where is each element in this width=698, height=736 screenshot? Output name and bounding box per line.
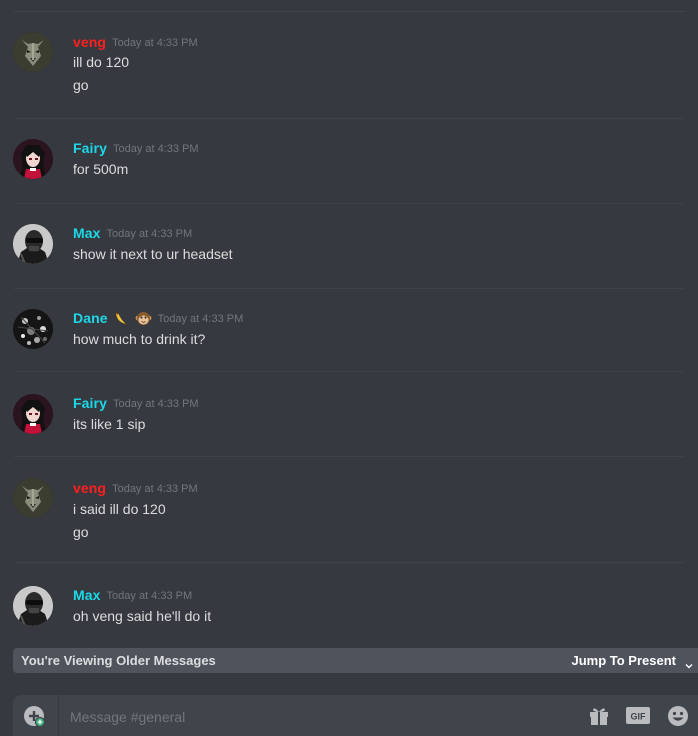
older-messages-label: You're Viewing Older Messages	[21, 653, 216, 668]
message-text: i said ill do 120	[73, 501, 166, 517]
username[interactable]: Fairy	[73, 140, 107, 156]
message-composer: GIF	[13, 695, 698, 736]
masked-man-avatar[interactable]	[13, 224, 53, 264]
gif-icon[interactable]: GIF	[626, 707, 650, 724]
wolf-avatar[interactable]	[13, 32, 53, 72]
svg-text:GIF: GIF	[631, 712, 647, 722]
timestamp: Today at 4:33 PM	[157, 313, 244, 325]
timestamp: Today at 4:33 PM	[112, 483, 198, 495]
message-list[interactable]: veng Today at 4:33 PM ill do 120 go Fair…	[0, 0, 698, 648]
anime-girl-avatar[interactable]	[13, 139, 53, 179]
message-text: go	[73, 524, 89, 540]
chat-view: veng Today at 4:33 PM ill do 120 go Fair…	[0, 0, 698, 736]
banana-emoji	[113, 310, 130, 327]
timestamp: Today at 4:33 PM	[106, 590, 193, 602]
message-header: Fairy Today at 4:33 PM	[73, 393, 199, 413]
message-text: show it next to ur headset	[73, 246, 233, 262]
timestamp: Today at 4:33 PM	[106, 228, 193, 240]
message-input[interactable]	[68, 705, 572, 729]
jump-to-present-button[interactable]: Jump To Present	[571, 653, 694, 668]
message-header: Max Today at 4:33 PM	[73, 585, 192, 605]
composer-divider	[58, 695, 59, 736]
message-text: oh veng said he'll do it	[73, 608, 212, 624]
message-header: Fairy Today at 4:33 PM	[73, 138, 199, 158]
message-header: veng Today at 4:33 PM	[73, 32, 198, 52]
username[interactable]: Fairy	[73, 395, 107, 411]
timestamp: Today at 4:33 PM	[112, 398, 199, 410]
anime-girl-avatar[interactable]	[13, 394, 53, 434]
monkey-emoji	[135, 310, 152, 327]
chevron-down-icon	[684, 656, 694, 668]
username[interactable]: veng	[73, 34, 106, 50]
username[interactable]: Dane	[73, 310, 108, 326]
message-group: Fairy Today at 4:33 PM its like 1 sip	[0, 371, 698, 456]
message-text: for 500m	[73, 161, 129, 177]
dark-pattern-avatar[interactable]	[13, 309, 53, 349]
wolf-avatar[interactable]	[13, 478, 53, 518]
message-header: Dane Today at 4:33 PM	[73, 308, 243, 328]
timestamp: Today at 4:33 PM	[112, 143, 199, 155]
message-group: Max Today at 4:33 PM show it next to ur …	[0, 203, 698, 288]
timestamp: Today at 4:33 PM	[112, 37, 198, 49]
message-group: veng Today at 4:33 PM i said ill do 120 …	[0, 456, 698, 562]
older-messages-bar: You're Viewing Older Messages Jump To Pr…	[13, 648, 698, 673]
attach-plus-icon[interactable]	[24, 706, 46, 728]
message-header: veng Today at 4:33 PM	[73, 478, 198, 498]
message-group: Dane Today at 4:33 PM how much to drink …	[0, 288, 698, 371]
message-group: Fairy Today at 4:33 PM for 500m	[0, 118, 698, 203]
message-text: how much to drink it?	[73, 331, 206, 347]
message-header: Max Today at 4:33 PM	[73, 223, 192, 243]
username[interactable]: veng	[73, 480, 106, 496]
message-group: Max Today at 4:33 PM oh veng said he'll …	[0, 562, 698, 648]
username[interactable]: Max	[73, 587, 101, 603]
masked-man-avatar[interactable]	[13, 586, 53, 626]
message-text: its like 1 sip	[73, 416, 146, 432]
jump-to-present-label: Jump To Present	[571, 653, 676, 668]
username[interactable]: Max	[73, 225, 101, 241]
message-text: ill do 120	[73, 54, 130, 70]
message-group: veng Today at 4:33 PM ill do 120 go	[0, 0, 698, 118]
gift-icon[interactable]	[588, 705, 610, 727]
emoji-smile-icon[interactable]	[667, 705, 689, 727]
message-text: go	[73, 77, 89, 93]
